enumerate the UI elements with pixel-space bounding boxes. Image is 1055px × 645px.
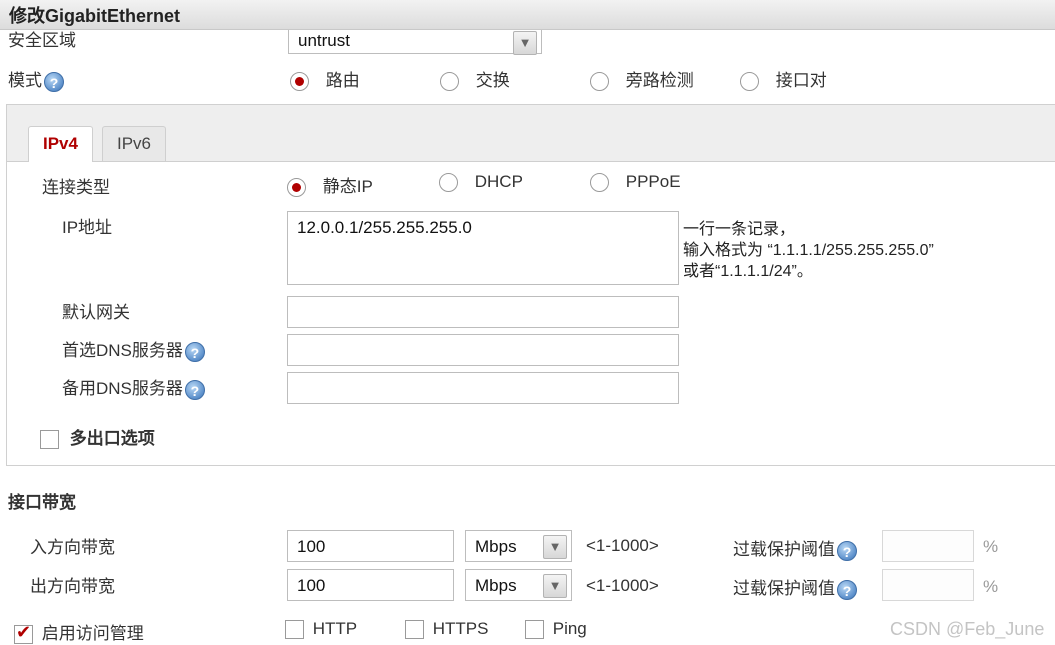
section-title: 接口带宽: [8, 493, 76, 512]
https-checkbox[interactable]: [405, 620, 424, 640]
percent-sign: %: [983, 577, 999, 596]
radio-button-selected[interactable]: [287, 178, 306, 198]
help-icon[interactable]: ?: [184, 379, 205, 400]
inbound-bandwidth-input[interactable]: 100: [287, 530, 454, 562]
help-icon[interactable]: ?: [837, 579, 857, 600]
tab-ipv4[interactable]: IPv4: [28, 126, 93, 162]
outbound-bandwidth-input[interactable]: 100: [287, 569, 454, 601]
range-hint: <1-1000>: [586, 536, 659, 555]
conn-option-label: PPPoE: [625, 172, 681, 191]
dns2-label: 备用DNS服务器?: [62, 374, 205, 400]
outbound-unit-select[interactable]: Mbps ▼: [465, 569, 572, 601]
chevron-down-icon[interactable]: ▼: [543, 535, 567, 559]
outbound-bandwidth-label: 出方向带宽: [30, 577, 115, 596]
dns2-input[interactable]: [287, 372, 679, 404]
gateway-input[interactable]: [287, 296, 679, 328]
unit-value: Mbps: [475, 576, 517, 595]
mode-option-label: 接口对: [775, 71, 827, 90]
inbound-bandwidth-value: 100: [297, 537, 326, 556]
radio-button[interactable]: [740, 72, 759, 92]
tab-ipv6[interactable]: IPv6: [102, 126, 167, 161]
overload-threshold-input[interactable]: [882, 530, 974, 562]
ping-checkbox[interactable]: [525, 620, 544, 640]
range-hint: <1-1000>: [586, 576, 659, 595]
ip-address-textarea[interactable]: 12.0.0.1/255.255.255.0: [287, 211, 679, 285]
help-icon[interactable]: ?: [184, 341, 205, 362]
window-title: 修改GigabitEthernet: [9, 6, 181, 26]
conn-option-dhcp[interactable]: DHCP: [439, 172, 523, 193]
overload-label-text: 过载保护阈值: [733, 579, 835, 598]
overload-label: 过载保护阈值?: [733, 535, 857, 561]
mode-option-label: 交换: [475, 71, 510, 90]
multi-exit-checkbox[interactable]: [40, 430, 59, 450]
dns2-label-text: 备用DNS服务器: [62, 379, 183, 398]
gateway-label: 默认网关: [62, 303, 130, 322]
unit-value: Mbps: [475, 537, 517, 556]
mode-option-label: 路由: [325, 71, 360, 90]
mode-option-label: 旁路检测: [625, 71, 694, 90]
ip-address-value: 12.0.0.1/255.255.255.0: [297, 218, 472, 237]
inbound-unit-select[interactable]: Mbps ▼: [465, 530, 572, 562]
mode-label-text: 模式: [8, 71, 42, 90]
access-management-option[interactable]: 启用访问管理: [14, 619, 144, 645]
watermark: CSDN @Feb_June: [890, 619, 1045, 639]
conn-type-label: 连接类型: [42, 178, 110, 197]
https-label: HTTPS: [432, 619, 489, 638]
radio-button[interactable]: [440, 72, 459, 92]
overload-label-text: 过载保护阈值: [733, 540, 835, 559]
access-https-option[interactable]: HTTPS: [405, 619, 489, 640]
radio-button[interactable]: [590, 72, 609, 92]
zone-select-value: untrust: [298, 31, 350, 50]
access-management-label: 启用访问管理: [41, 624, 144, 643]
dns1-label: 首选DNS服务器?: [62, 336, 205, 362]
conn-option-static[interactable]: 静态IP: [287, 172, 373, 198]
hint-line: 一行一条记录，: [683, 221, 796, 238]
chevron-down-icon[interactable]: ▼: [543, 574, 567, 598]
multi-exit-option[interactable]: 多出口选项: [40, 424, 155, 450]
outbound-bandwidth-value: 100: [297, 576, 326, 595]
access-management-checkbox[interactable]: [14, 622, 33, 645]
chevron-down-icon[interactable]: ▼: [513, 31, 537, 55]
mode-option-pair[interactable]: 接口对: [740, 66, 827, 92]
overload-label: 过载保护阈值?: [733, 574, 857, 600]
conn-option-pppoe[interactable]: PPPoE: [590, 172, 681, 193]
access-ping-option[interactable]: Ping: [525, 619, 587, 640]
access-http-option[interactable]: HTTP: [285, 619, 358, 640]
hint-line: 输入格式为 “1.1.1.1/255.255.255.0”: [683, 242, 934, 259]
multi-exit-label: 多出口选项: [69, 429, 155, 448]
radio-button-selected[interactable]: [290, 72, 309, 92]
http-label: HTTP: [312, 619, 358, 638]
help-icon[interactable]: ?: [837, 540, 857, 561]
mode-option-switch[interactable]: 交换: [440, 66, 510, 92]
radio-button[interactable]: [439, 173, 458, 193]
help-icon[interactable]: ?: [44, 71, 64, 92]
mode-option-bypass[interactable]: 旁路检测: [590, 66, 694, 92]
dns1-input[interactable]: [287, 334, 679, 366]
hint-line: 或者“1.1.1.1/24”。: [683, 263, 813, 280]
conn-option-label: DHCP: [474, 172, 523, 191]
mode-option-route[interactable]: 路由: [290, 66, 360, 92]
ip-address-label: IP地址: [62, 218, 113, 237]
ping-label: Ping: [552, 619, 587, 638]
overload-threshold-input[interactable]: [882, 569, 974, 601]
conn-option-label: 静态IP: [322, 177, 373, 196]
mode-label: 模式?: [8, 66, 64, 92]
inbound-bandwidth-label: 入方向带宽: [30, 538, 115, 557]
radio-button[interactable]: [590, 173, 609, 193]
percent-sign: %: [983, 537, 999, 556]
http-checkbox[interactable]: [285, 620, 304, 640]
ip-format-hint: 一行一条记录， 输入格式为 “1.1.1.1/255.255.255.0” 或者…: [683, 219, 934, 282]
dns1-label-text: 首选DNS服务器: [62, 341, 183, 360]
title-bar: 修改GigabitEthernet: [0, 0, 1055, 30]
